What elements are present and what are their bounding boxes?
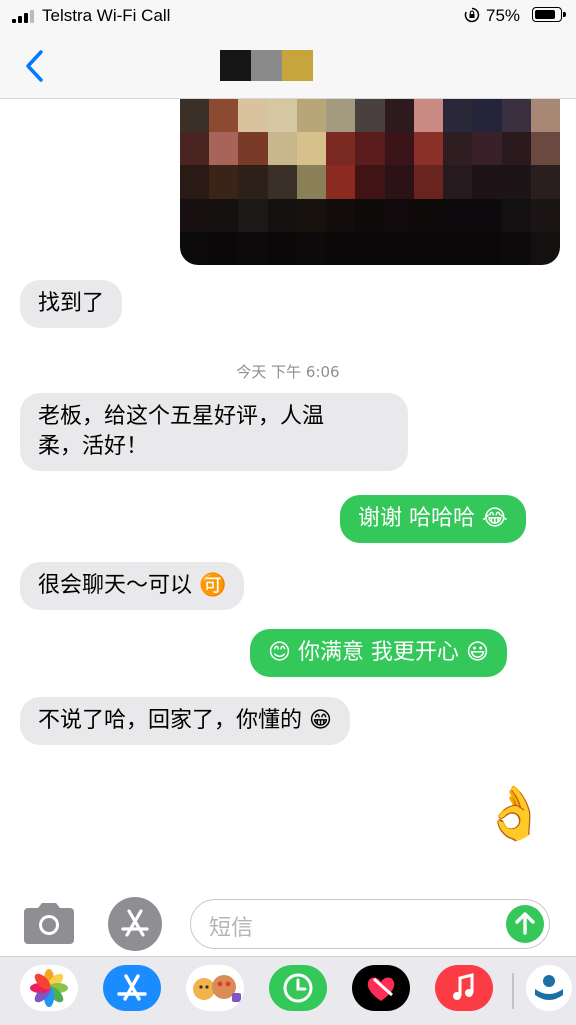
acceptable-emoji-icon: 🉑 [199,573,227,598]
message-text-line: 老板，给这个五星好评，人温 [38,404,325,429]
message-sent[interactable]: 😊 你满意 我更开心 😃 [250,629,507,677]
beaming-emoji-icon: 😁 [309,708,332,733]
message-list[interactable]: 找到了 今天 下午 6:06 老板，给这个五星好评，人温 柔，活好！ 谢谢 哈哈… [0,99,576,889]
contact-avatar[interactable] [220,50,313,81]
battery-icon [532,7,566,22]
message-input-placeholder: 短信 [209,916,254,941]
message-received[interactable]: 不说了哈，回家了，你懂的 😁 [20,697,350,745]
drawer-divider [512,973,514,1009]
message-text: 你满意 我更开心 [297,640,459,665]
message-received[interactable]: 老板，给这个五星好评，人温 柔，活好！ [20,393,408,471]
imessage-app-drawer [0,956,576,1025]
message-input[interactable]: 短信 [190,899,550,949]
message-received[interactable]: 很会聊天～可以 🉑 [20,562,245,610]
grinning-emoji-icon: 😃 [465,640,489,665]
rotation-lock-icon [464,7,480,23]
app-store-icon[interactable] [103,965,161,1011]
conversation-header [0,32,576,99]
smiling-emoji-icon: 😊 [268,640,291,665]
message-sent[interactable]: 谢谢 哈哈哈 😂 [340,495,526,543]
message-text: 很会聊天～可以 [38,573,193,598]
message-received[interactable]: 找到了 [20,280,123,328]
arrow-up-icon [515,912,535,935]
message-text: 不说了哈，回家了，你懂的 [38,708,303,733]
ok-hand-emoji-icon[interactable]: 👌 [482,784,547,844]
tears-of-joy-emoji-icon: 😂 [482,506,508,531]
screen-time-icon[interactable] [269,965,327,1011]
digital-touch-icon[interactable] [352,965,410,1011]
memoji-icon[interactable] [186,965,244,1011]
photos-icon[interactable] [20,965,78,1011]
camera-icon[interactable] [22,900,76,946]
carrier-label: Telstra Wi-Fi Call [42,6,171,25]
image-message[interactable] [180,99,560,265]
message-text: 谢谢 哈哈哈 [358,506,475,531]
status-bar: Telstra Wi-Fi Call 75% [0,0,576,32]
music-icon[interactable] [435,965,493,1011]
app-store-icon[interactable] [108,897,162,951]
message-text-line: 柔，活好！ [38,434,149,459]
chevron-left-icon[interactable] [22,48,48,84]
signal-strength-icon [12,10,36,23]
battery-percent: 75% [486,6,521,25]
app-icon[interactable] [526,965,572,1011]
send-button[interactable] [506,905,544,943]
compose-bar: 短信 [0,890,576,956]
message-timestamp: 今天 下午 6:06 [236,363,340,381]
